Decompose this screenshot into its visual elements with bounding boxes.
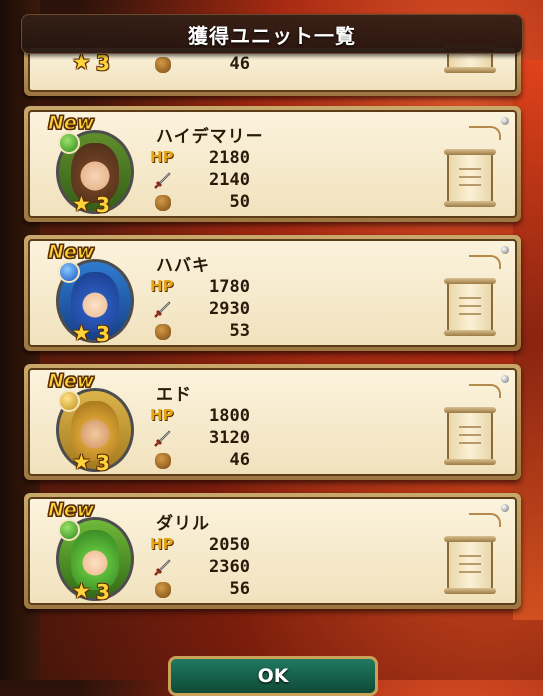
scroll-line (459, 184, 481, 186)
rarity-star-icon: ★ (72, 321, 91, 345)
new-badge: New (47, 499, 95, 522)
unit-card-inner: New ★ 3 ハバキ HP 1780 2930 53 (28, 239, 517, 347)
hp-label: HP (150, 406, 174, 424)
sword-icon (154, 559, 171, 576)
scroll-line (459, 305, 481, 307)
rivet-icon (501, 504, 509, 512)
ornament-swirl (469, 255, 501, 269)
attack-value: 2930 (209, 299, 250, 319)
rarity-star-icon: ★ (72, 450, 91, 474)
element-icon (58, 132, 80, 154)
stat-hp-row: HP 1780 (150, 277, 250, 299)
scroll-detail-icon[interactable] (444, 278, 496, 336)
attack-value: 3120 (209, 428, 250, 448)
page-title: 獲得ユニット一覧 (188, 23, 356, 48)
stat-attack-row: 3120 (150, 428, 250, 450)
ornament-swirl (469, 513, 501, 527)
sword-icon (154, 430, 171, 447)
stat-hp-row: HP 1800 (150, 406, 250, 428)
scroll-line (459, 442, 481, 444)
scroll-line (459, 176, 481, 178)
unit-card[interactable]: New ★ 3 エド HP 1800 3120 46 (24, 364, 521, 480)
unit-card-inner: New ★ 3 エド HP 1800 3120 46 (28, 368, 517, 476)
cost-bag-icon (155, 195, 171, 211)
sword-icon (154, 172, 171, 189)
cost-value: 53 (229, 321, 250, 341)
stat-cost-row: 53 (150, 321, 250, 343)
ornament-swirl (469, 384, 501, 398)
element-icon (58, 390, 80, 412)
sword-icon (154, 301, 171, 318)
cost-bag-icon (155, 453, 171, 469)
attack-value: 2360 (209, 557, 250, 577)
hp-value: 2180 (209, 148, 250, 168)
unit-name: ハバキ (156, 256, 210, 276)
hp-label: HP (150, 148, 174, 166)
cost-bag-icon (155, 582, 171, 598)
scroll-detail-icon[interactable] (444, 149, 496, 207)
rarity-value: 3 (96, 193, 110, 217)
scroll-detail-icon[interactable] (444, 407, 496, 465)
unit-name: ハイデマリー (156, 127, 264, 147)
rivet-icon (501, 375, 509, 383)
title-bar: 獲得ユニット一覧 (21, 14, 523, 54)
hp-value: 1780 (209, 277, 250, 297)
cost-value: 56 (229, 579, 250, 599)
unit-name: ダリル (156, 514, 210, 534)
scroll-line (459, 426, 481, 428)
ok-button-label: OK (257, 665, 289, 687)
hp-label: HP (150, 277, 174, 295)
scroll-line (459, 555, 481, 557)
scroll-line (459, 563, 481, 565)
stat-cost-row: 56 (150, 579, 250, 601)
scroll-detail-icon[interactable] (444, 536, 496, 594)
cost-value: 46 (229, 450, 250, 470)
rarity-value: 3 (96, 580, 110, 604)
scroll-line (459, 571, 481, 573)
element-icon (58, 261, 80, 283)
scroll-line (459, 313, 481, 315)
stat-attack-row: 2360 (150, 557, 250, 579)
new-badge: New (47, 241, 95, 264)
unit-card[interactable]: New ★ 3 ハバキ HP 1780 2930 53 (24, 235, 521, 351)
unit-card-partial[interactable]: ★ 3 46 (24, 45, 521, 96)
stat-attack-row: 2140 (150, 170, 250, 192)
rarity-star-icon: ★ (72, 192, 91, 216)
hp-value: 2050 (209, 535, 250, 555)
cost-bag-icon (155, 324, 171, 340)
unit-card-inner: New ★ 3 ハイデマリー HP 2180 2140 50 (28, 110, 517, 218)
scroll-line (459, 434, 481, 436)
stat-cost-row: 46 (150, 450, 250, 472)
rarity-star-icon: ★ (72, 579, 91, 603)
rarity-value: 3 (96, 51, 110, 75)
unit-card[interactable]: New ★ 3 ハイデマリー HP 2180 2140 50 (24, 106, 521, 222)
hp-label: HP (150, 535, 174, 553)
new-badge: New (47, 112, 95, 135)
stat-attack-row: 2930 (150, 299, 250, 321)
scroll-line (459, 168, 481, 170)
unit-list[interactable]: ★ 3 46 New ★ 3 ハイデマリー HP 2180 2140 50 Ne… (0, 0, 543, 680)
stat-cost-row: 46 (150, 54, 250, 76)
stat-hp-row: HP 2050 (150, 535, 250, 557)
rarity-value: 3 (96, 322, 110, 346)
ok-button[interactable]: OK (168, 656, 378, 696)
cost-value: 50 (229, 192, 250, 212)
element-icon (58, 519, 80, 541)
attack-value: 2140 (209, 170, 250, 190)
rivet-icon (501, 246, 509, 254)
unit-name: エド (156, 385, 192, 405)
cost-bag-icon (155, 57, 171, 73)
cost-value: 46 (229, 54, 250, 74)
hp-value: 1800 (209, 406, 250, 426)
unit-card-inner: New ★ 3 ダリル HP 2050 2360 56 (28, 497, 517, 605)
stat-cost-row: 50 (150, 192, 250, 214)
scroll-line (459, 297, 481, 299)
ornament-swirl (469, 126, 501, 140)
unit-card[interactable]: New ★ 3 ダリル HP 2050 2360 56 (24, 493, 521, 609)
stat-hp-row: HP 2180 (150, 148, 250, 170)
unit-card-partial-inner: ★ 3 46 (28, 45, 517, 92)
rivet-icon (501, 117, 509, 125)
new-badge: New (47, 370, 95, 393)
rarity-value: 3 (96, 451, 110, 475)
